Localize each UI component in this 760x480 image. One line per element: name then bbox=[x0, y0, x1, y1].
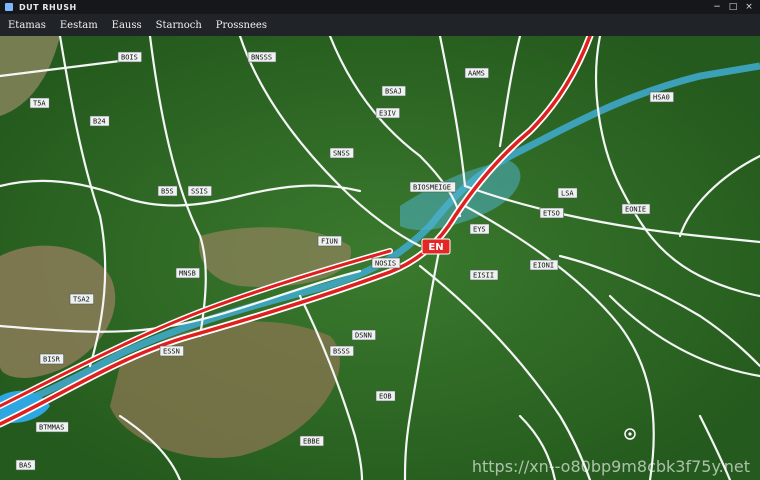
map-label[interactable]: B24 bbox=[89, 115, 110, 127]
menu-item-2[interactable]: Eestam bbox=[54, 18, 104, 33]
map-label[interactable]: BOIS bbox=[117, 51, 142, 63]
map-label-text: EIONI bbox=[533, 262, 554, 270]
map-label-text: BIOSMEIGE bbox=[413, 184, 451, 192]
map-label-text: BOIS bbox=[121, 54, 138, 62]
map-label[interactable]: MNSB bbox=[175, 267, 200, 279]
map-label[interactable]: BSAJ bbox=[381, 85, 406, 97]
map-label[interactable]: T5A bbox=[29, 97, 50, 109]
map-label-text: ESSN bbox=[163, 348, 180, 356]
map-label-text: MNSB bbox=[179, 270, 196, 278]
map-label-text: BTMMAS bbox=[39, 424, 64, 432]
map-canvas[interactable]: T5A B24 BOIS BNSSS BSAJ E3IV HSA0 AAMS BIOSMEIGE… bbox=[0, 36, 760, 480]
map-svg[interactable]: T5A B24 BOIS BNSSS BSAJ E3IV HSA0 AAMS BIOSMEIGE… bbox=[0, 36, 760, 480]
maximize-button[interactable]: □ bbox=[728, 2, 738, 12]
map-label[interactable]: BIOSMEIGE bbox=[409, 181, 456, 193]
highlight-marker[interactable]: EN bbox=[421, 238, 451, 255]
map-label-text: LSA bbox=[561, 190, 574, 198]
map-label[interactable]: E3IV bbox=[375, 107, 400, 119]
map-label-text: HSA0 bbox=[653, 94, 670, 102]
map-label-text: EBBE bbox=[303, 438, 320, 446]
map-label-text: T5A bbox=[33, 100, 46, 108]
map-label[interactable]: BAS bbox=[15, 459, 36, 471]
map-label[interactable]: EYS bbox=[469, 223, 490, 235]
map-label-text: EYS bbox=[473, 226, 486, 234]
map-label[interactable]: EISII bbox=[469, 269, 499, 281]
map-label-text: B24 bbox=[93, 118, 106, 126]
watermark: https://xn--o80bp9m8cbk3f75y.net bbox=[471, 457, 750, 476]
map-label[interactable]: BNSSS bbox=[247, 51, 277, 63]
map-label-text: EOB bbox=[379, 393, 392, 401]
highlight-label: EN bbox=[428, 242, 443, 253]
title-bar: DUT RHUSH − □ × bbox=[0, 0, 760, 14]
map-label-text: SSIS bbox=[191, 188, 208, 196]
map-label[interactable]: NOSIS bbox=[371, 257, 401, 269]
map-label[interactable]: SNSS bbox=[329, 147, 354, 159]
map-label-text: B5S bbox=[161, 188, 174, 196]
map-label-text: E3IV bbox=[379, 110, 397, 118]
map-label-text: SNSS bbox=[333, 150, 350, 158]
map-label-text: BAS bbox=[19, 462, 32, 470]
map-label[interactable]: TSA2 bbox=[69, 293, 94, 305]
menu-item-1[interactable]: Etamas bbox=[2, 18, 52, 33]
map-label-text: EONIE bbox=[625, 206, 646, 214]
map-label[interactable]: BTMMAS bbox=[35, 421, 69, 433]
map-label[interactable]: HSA0 bbox=[649, 91, 674, 103]
app-icon bbox=[5, 3, 13, 11]
map-label-text: BSSS bbox=[333, 348, 350, 356]
map-label[interactable]: EIONI bbox=[529, 259, 559, 271]
menu-bar: Etamas Eestam Eauss Starnoch Prossnees bbox=[0, 14, 760, 37]
map-label-text: TSA2 bbox=[73, 296, 90, 304]
map-label[interactable]: BISR bbox=[39, 353, 64, 365]
map-label[interactable]: BSSS bbox=[329, 345, 354, 357]
map-label[interactable]: LSA bbox=[557, 187, 578, 199]
map-label-text: AAMS bbox=[468, 70, 485, 78]
menu-item-5[interactable]: Prossnees bbox=[210, 18, 273, 33]
map-label-text: FIUN bbox=[321, 238, 338, 246]
map-label[interactable]: AAMS bbox=[464, 67, 489, 79]
map-label[interactable]: ESSN bbox=[159, 345, 184, 357]
window-controls: − □ × bbox=[712, 2, 754, 12]
map-label-text: ETSO bbox=[543, 210, 560, 218]
map-label[interactable]: FIUN bbox=[317, 235, 342, 247]
map-label-text: BISR bbox=[43, 356, 61, 364]
map-label-text: NOSIS bbox=[375, 260, 396, 268]
map-label[interactable]: ETSO bbox=[539, 207, 564, 219]
map-label-text: BNSSS bbox=[251, 54, 272, 62]
map-label-text: BSAJ bbox=[385, 88, 402, 96]
map-label[interactable]: SSIS bbox=[187, 185, 212, 197]
menu-item-3[interactable]: Eauss bbox=[106, 18, 148, 33]
map-label[interactable]: DSNN bbox=[351, 329, 376, 341]
window-title: DUT RHUSH bbox=[19, 2, 77, 12]
map-label-text: EISII bbox=[473, 272, 494, 280]
map-label[interactable]: EOB bbox=[375, 390, 396, 402]
map-label[interactable]: B5S bbox=[157, 185, 178, 197]
close-button[interactable]: × bbox=[744, 2, 754, 12]
map-label[interactable]: EONIE bbox=[621, 203, 651, 215]
map-label[interactable]: EBBE bbox=[299, 435, 324, 447]
menu-item-4[interactable]: Starnoch bbox=[150, 18, 208, 33]
minimize-button[interactable]: − bbox=[712, 2, 722, 12]
map-label-text: DSNN bbox=[355, 332, 372, 340]
